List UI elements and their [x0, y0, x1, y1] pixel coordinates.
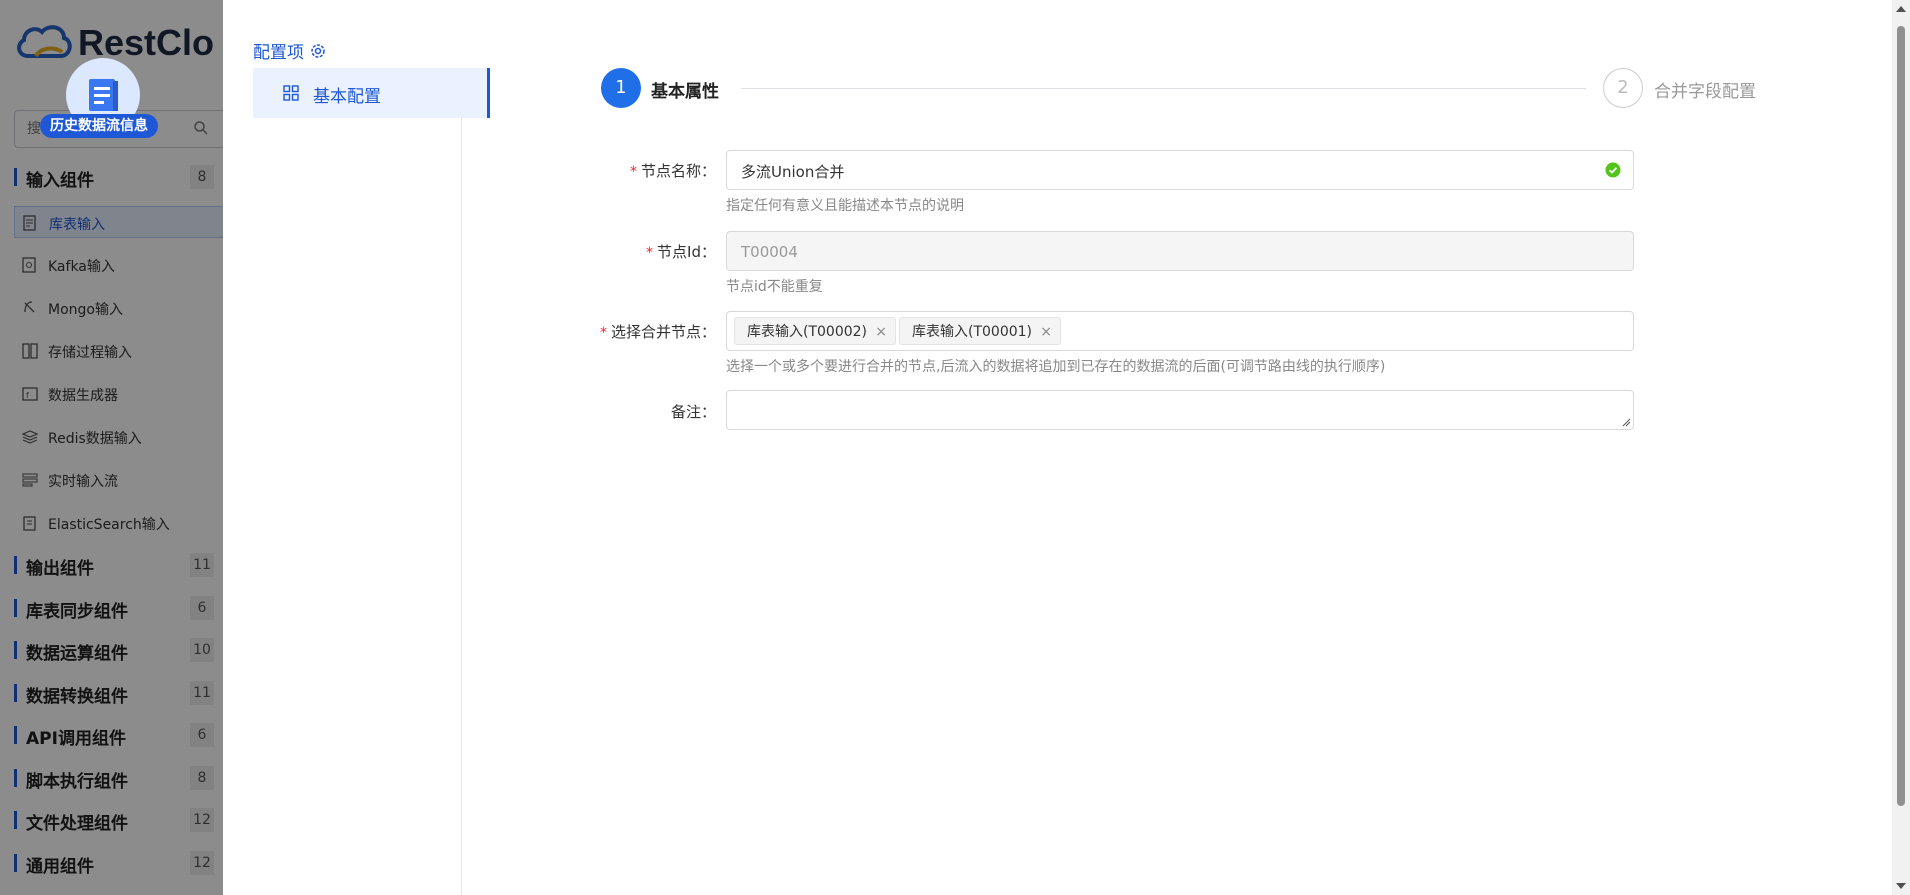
node-id-help: 节点id不能重复 — [726, 279, 823, 295]
step-connector — [741, 88, 1586, 89]
nav-basic-config-label: 基本配置 — [313, 87, 381, 107]
node-name-input[interactable] — [727, 151, 1603, 191]
node-name-help: 指定任何有意义且能描述本节点的说明 — [726, 198, 964, 214]
node-id-label: * 节点Id： — [486, 241, 716, 262]
node-name-label: * 节点名称： — [486, 160, 716, 181]
merge-node-tag-label: 库表输入(T00002) — [747, 324, 868, 340]
node-id-label-text: 节点Id： — [657, 243, 716, 261]
scroll-up-icon[interactable] — [1895, 4, 1907, 14]
required-mark: * — [646, 245, 654, 261]
step-2-circle[interactable]: 2 — [1603, 68, 1643, 108]
grid-icon — [283, 85, 299, 101]
remark-textarea[interactable] — [726, 390, 1634, 430]
gear-icon[interactable] — [310, 43, 326, 59]
resize-handle-icon[interactable] — [1622, 418, 1631, 427]
tag-close-icon[interactable]: × — [875, 318, 887, 346]
node-name-label-text: 节点名称： — [640, 162, 716, 180]
scroll-down-icon[interactable] — [1895, 881, 1907, 891]
config-drawer: 配置项 基本配置 1 基本属性 2 合并字段配置 *节点名称： 指定任何有意义且… — [223, 0, 1910, 895]
merge-nodes-label: * 选择合并节点： — [486, 321, 716, 342]
check-circle-icon — [1605, 162, 1621, 178]
required-mark: * — [599, 325, 607, 341]
drawer-scrollbar[interactable] — [1892, 0, 1910, 895]
node-name-field[interactable] — [726, 150, 1634, 191]
merge-nodes-select[interactable]: 库表输入(T00002) × 库表输入(T00001) × — [726, 311, 1634, 351]
nav-divider — [461, 118, 462, 895]
config-title-text: 配置项 — [253, 43, 304, 63]
step-2-label[interactable]: 合并字段配置 — [1654, 77, 1756, 102]
merge-node-tag: 库表输入(T00001) × — [899, 317, 1062, 346]
nav-basic-config[interactable]: 基本配置 — [253, 68, 490, 118]
scrollbar-thumb[interactable] — [1897, 26, 1905, 806]
merge-node-tag-label: 库表输入(T00001) — [912, 324, 1033, 340]
document-icon — [89, 79, 118, 111]
config-title: 配置项 — [253, 38, 326, 63]
node-id-input — [727, 232, 1603, 272]
merge-node-tag: 库表输入(T00002) × — [734, 317, 897, 346]
required-mark: * — [629, 164, 637, 180]
step-1-label[interactable]: 基本属性 — [651, 77, 719, 102]
history-dataflow-label[interactable]: 历史数据流信息 — [40, 114, 158, 138]
merge-nodes-label-text: 选择合并节点： — [610, 323, 716, 341]
remark-label: 备注： — [670, 403, 716, 421]
history-dataflow-badge[interactable]: 历史数据流信息 — [40, 58, 168, 138]
tag-close-icon[interactable]: × — [1040, 318, 1052, 346]
step-1-circle[interactable]: 1 — [601, 68, 641, 108]
node-id-field — [726, 231, 1634, 272]
merge-nodes-help: 选择一个或多个要进行合并的节点,后流入的数据将追加到已存在的数据流的后面(可调节… — [726, 359, 1386, 375]
